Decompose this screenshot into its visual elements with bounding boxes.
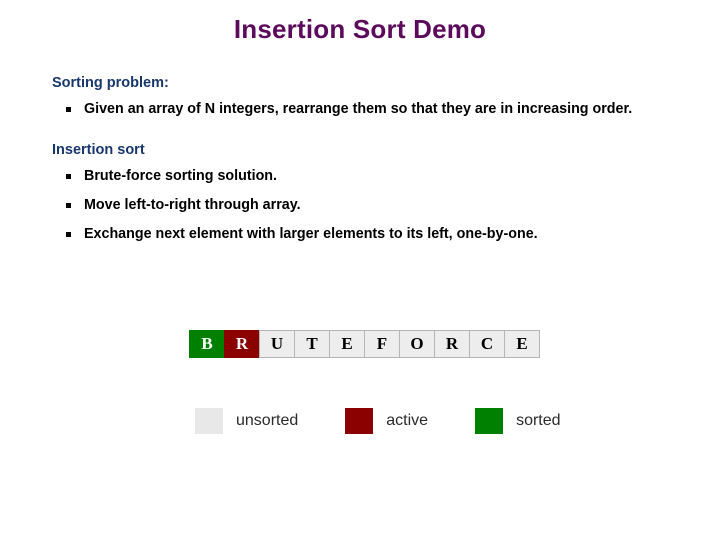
- square-bullet-icon: [66, 107, 71, 112]
- array-cell-letter: T: [306, 334, 318, 353]
- array-cell-letter: B: [201, 334, 213, 353]
- array-cell: R: [224, 330, 260, 358]
- list-item: Move left-to-right through array.: [52, 195, 682, 215]
- legend-label: active: [386, 412, 429, 429]
- section-heading-sorting-problem: Sorting problem:: [52, 75, 169, 91]
- list-item: Brute-force sorting solution.: [52, 166, 682, 186]
- array-cell-letter: C: [480, 334, 494, 353]
- bullet-list-insertion-sort: Brute-force sorting solution. Move left-…: [52, 166, 682, 244]
- legend-item-sorted: sorted: [475, 408, 561, 434]
- array-cell: T: [294, 330, 330, 358]
- array-cell: O: [399, 330, 435, 358]
- array-cell: E: [504, 330, 540, 358]
- section-heading-insertion-sort: Insertion sort: [52, 142, 145, 158]
- array-cell-letter: O: [410, 334, 424, 353]
- list-item-label: Given an array of N integers, rearrange …: [84, 101, 633, 117]
- array-cell-letter: E: [341, 334, 353, 353]
- square-bullet-icon: [66, 174, 71, 179]
- square-bullet-icon: [66, 232, 71, 237]
- list-item-label: Exchange next element with larger elemen…: [84, 226, 538, 242]
- legend-swatch-sorted-icon: [475, 408, 504, 434]
- array-cell-letter: E: [516, 334, 528, 353]
- section-insertion-sort: Insertion sort Brute-force sorting solut…: [52, 141, 682, 244]
- list-item-label: Move left-to-right through array.: [84, 197, 301, 213]
- list-item: Exchange next element with larger elemen…: [52, 224, 682, 244]
- legend-swatch-unsorted-icon: [195, 408, 223, 434]
- array-cell: E: [329, 330, 365, 358]
- array-cell: B: [189, 330, 225, 358]
- array-cell: U: [259, 330, 295, 358]
- array-visualization: B R U T E F O R C E: [189, 330, 540, 358]
- array-cell-letter: R: [235, 334, 249, 353]
- legend-item-active: active: [345, 408, 428, 434]
- bullet-list-sorting-problem: Given an array of N integers, rearrange …: [52, 99, 682, 119]
- slide-body: Sorting problem: Given an array of N int…: [52, 74, 682, 244]
- legend: unsorted active sorted: [195, 408, 561, 434]
- page-title: Insertion Sort Demo: [233, 14, 487, 44]
- array-cell-letter: U: [270, 334, 284, 353]
- legend-label: sorted: [516, 412, 561, 429]
- array-cell-letter: F: [376, 334, 388, 353]
- legend-swatch-active-icon: [345, 408, 374, 434]
- array-cell: F: [364, 330, 400, 358]
- legend-label: unsorted: [236, 412, 299, 429]
- slide: Insertion Sort Demo Sorting problem: Giv…: [0, 0, 720, 540]
- array-cell: C: [469, 330, 505, 358]
- square-bullet-icon: [66, 203, 71, 208]
- list-item-label: Brute-force sorting solution.: [84, 168, 278, 184]
- legend-item-unsorted: unsorted: [195, 408, 298, 434]
- list-item: Given an array of N integers, rearrange …: [52, 99, 682, 119]
- section-sorting-problem: Sorting problem: Given an array of N int…: [52, 74, 682, 119]
- array-cell: R: [434, 330, 470, 358]
- array-cell-letter: R: [445, 334, 459, 353]
